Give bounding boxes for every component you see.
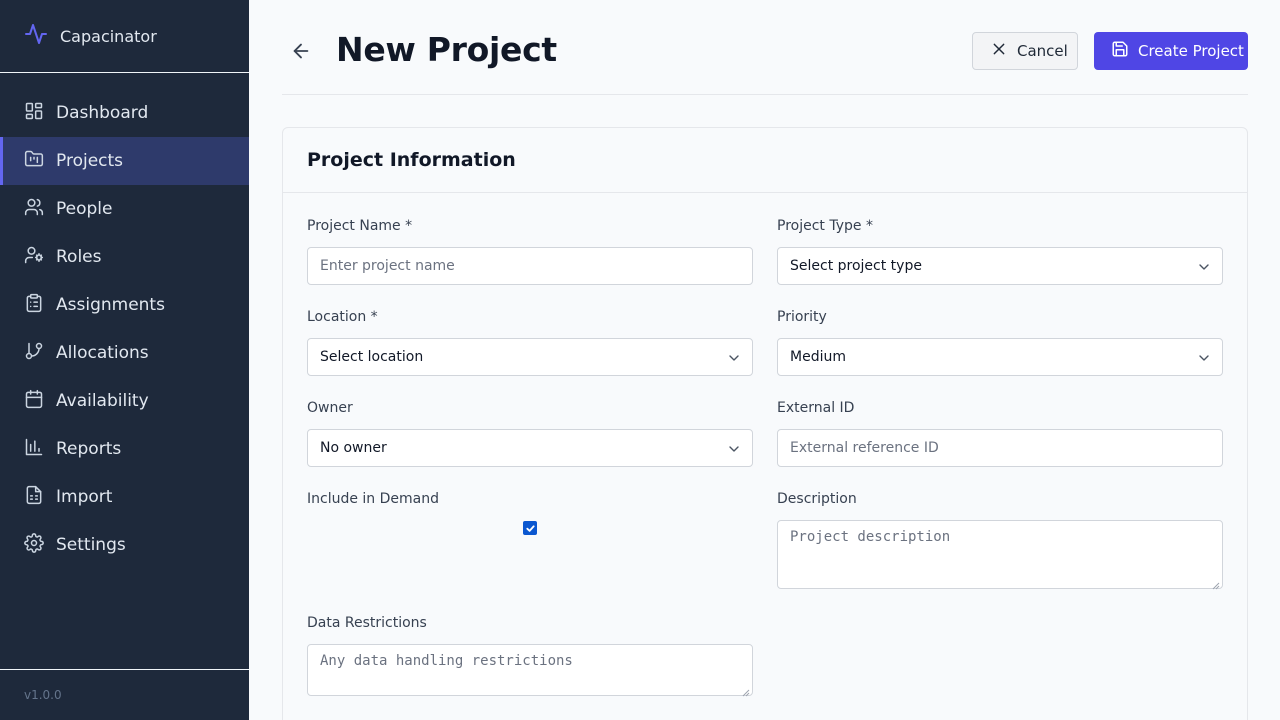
sidebar-item-roles[interactable]: Roles xyxy=(0,233,249,281)
create-project-button-label: Create Project xyxy=(1138,42,1244,60)
file-spreadsheet-icon xyxy=(24,485,44,510)
owner-select[interactable]: No owner xyxy=(307,429,753,467)
sidebar-item-label: Assignments xyxy=(56,295,165,315)
sidebar-item-import[interactable]: Import xyxy=(0,473,249,521)
sidebar-item-people[interactable]: People xyxy=(0,185,249,233)
bar-chart-icon xyxy=(24,437,44,462)
chevron-down-icon xyxy=(1198,261,1210,273)
app-name: Capacinator xyxy=(60,26,157,46)
cancel-button-label: Cancel xyxy=(1017,42,1068,60)
project-type-select[interactable]: Select project type xyxy=(777,247,1223,285)
version-label: v1.0.0 xyxy=(0,669,249,720)
include-in-demand-field: Include in Demand xyxy=(307,491,753,551)
sidebar-item-reports[interactable]: Reports xyxy=(0,425,249,473)
close-icon xyxy=(991,41,1017,61)
data-restrictions-textarea[interactable]: Any data handling restrictions xyxy=(307,644,753,697)
folder-kanban-icon xyxy=(24,149,44,174)
priority-select[interactable]: Medium xyxy=(777,338,1223,376)
users-icon xyxy=(24,197,44,222)
location-field: Location * Select location xyxy=(307,309,753,376)
sidebar-item-projects[interactable]: Projects xyxy=(0,137,249,185)
sidebar-item-label: Settings xyxy=(56,535,126,555)
project-name-input[interactable]: Enter project name xyxy=(307,247,753,285)
owner-label: Owner xyxy=(307,400,353,416)
chevron-down-icon xyxy=(1198,352,1210,364)
resize-handle-icon[interactable] xyxy=(742,685,750,697)
git-branch-icon xyxy=(24,341,44,366)
description-label: Description xyxy=(777,491,857,507)
external-id-label: External ID xyxy=(777,400,855,416)
chevron-down-icon xyxy=(728,443,740,455)
activity-logo-icon xyxy=(24,22,48,50)
brand[interactable]: Capacinator xyxy=(0,0,249,73)
project-type-value: Select project type xyxy=(790,258,922,274)
include-in-demand-checkbox[interactable] xyxy=(523,521,537,535)
description-field: Description Project description xyxy=(777,491,1223,590)
project-information-card: Project Information Project Name * Enter… xyxy=(282,127,1248,720)
data-restrictions-placeholder: Any data handling restrictions xyxy=(320,653,573,669)
gear-icon xyxy=(24,532,44,558)
create-project-button[interactable]: Create Project xyxy=(1094,32,1248,70)
priority-label: Priority xyxy=(777,309,827,325)
sidebar-item-label: Dashboard xyxy=(56,103,149,123)
card-header: Project Information xyxy=(283,128,1247,193)
sidebar-nav: Dashboard Projects People Roles Assignme… xyxy=(0,89,249,569)
location-label: Location * xyxy=(307,309,378,325)
priority-field: Priority Medium xyxy=(777,309,1223,376)
owner-value: No owner xyxy=(320,440,387,456)
data-restrictions-field: Data Restrictions Any data handling rest… xyxy=(307,615,753,697)
sidebar-item-assignments[interactable]: Assignments xyxy=(0,281,249,329)
section-title: Project Information xyxy=(307,149,516,171)
sidebar-item-dashboard[interactable]: Dashboard xyxy=(0,89,249,137)
user-cog-icon xyxy=(24,245,44,270)
data-restrictions-label: Data Restrictions xyxy=(307,615,427,631)
project-name-label: Project Name * xyxy=(307,218,413,234)
sidebar: Capacinator Dashboard Projects People Ro… xyxy=(0,0,249,720)
sidebar-item-settings[interactable]: Settings xyxy=(0,521,249,569)
location-select[interactable]: Select location xyxy=(307,338,753,376)
dashboard-icon xyxy=(24,101,44,126)
page-header: New Project Cancel Create Project xyxy=(282,0,1248,95)
location-value: Select location xyxy=(320,349,424,365)
calendar-icon xyxy=(24,389,44,414)
save-icon xyxy=(1111,40,1138,62)
clipboard-list-icon xyxy=(24,293,44,318)
sidebar-item-allocations[interactable]: Allocations xyxy=(0,329,249,377)
cancel-button[interactable]: Cancel xyxy=(972,32,1078,70)
sidebar-item-label: Projects xyxy=(56,151,124,171)
external-id-field: External ID External reference ID xyxy=(777,400,1223,467)
include-in-demand-label: Include in Demand xyxy=(307,491,439,507)
owner-field: Owner No owner xyxy=(307,400,753,467)
sidebar-item-label: Availability xyxy=(56,391,149,411)
sidebar-item-label: People xyxy=(56,199,113,219)
project-type-field: Project Type * Select project type xyxy=(777,218,1223,285)
page-title: New Project xyxy=(336,30,557,69)
description-textarea[interactable]: Project description xyxy=(777,520,1223,590)
sidebar-item-label: Allocations xyxy=(56,343,149,363)
external-id-input[interactable]: External reference ID xyxy=(777,429,1223,467)
main-content: New Project Cancel Create Project Projec… xyxy=(249,0,1280,720)
checkmark-icon xyxy=(525,524,535,532)
sidebar-item-availability[interactable]: Availability xyxy=(0,377,249,425)
sidebar-item-label: Reports xyxy=(56,439,122,459)
resize-handle-icon[interactable] xyxy=(1212,578,1220,590)
chevron-down-icon xyxy=(728,352,740,364)
description-placeholder: Project description xyxy=(790,529,951,545)
project-name-field: Project Name * Enter project name xyxy=(307,218,753,285)
priority-value: Medium xyxy=(790,349,846,365)
back-arrow-icon[interactable] xyxy=(290,40,312,62)
sidebar-item-label: Roles xyxy=(56,247,102,267)
project-type-label: Project Type * xyxy=(777,218,873,234)
sidebar-item-label: Import xyxy=(56,487,113,507)
